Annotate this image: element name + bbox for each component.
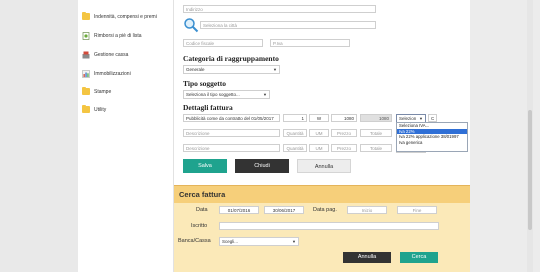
- sidebar-item-indennita[interactable]: Indennità, compensi e premi: [82, 12, 157, 20]
- c-button[interactable]: C: [428, 114, 437, 122]
- document-money-icon: [82, 32, 90, 40]
- sidebar-item-stampe[interactable]: Stampe: [82, 87, 112, 95]
- tipo-soggetto-value: Seleziona il tipo soggetto...: [186, 92, 240, 97]
- data-from-input[interactable]: 01/07/2016: [219, 206, 259, 214]
- um-input[interactable]: W: [309, 114, 329, 122]
- dettagli-fattura-heading: Dettagli fattura: [183, 103, 233, 112]
- banca-cassa-label: Banca/Cassa: [178, 238, 211, 244]
- iva-dropdown-list: Seleziona IVA... Iva 22% Iva 22% applica…: [396, 122, 468, 152]
- sidebar-item-label: Gestione cassa: [94, 51, 129, 58]
- scrollbar-thumb[interactable]: [528, 110, 532, 230]
- chevron-down-icon: ▼: [292, 239, 296, 244]
- sidebar-item-utility[interactable]: Utility: [82, 105, 107, 113]
- chiudi-button[interactable]: Chiudi: [235, 159, 289, 173]
- chart-icon: [82, 70, 90, 78]
- um-input[interactable]: UM: [309, 129, 329, 137]
- data-to-input[interactable]: 30/06/2017: [264, 206, 304, 214]
- prezzo-input[interactable]: Prezzo: [331, 129, 357, 137]
- sidebar-item-gestione-cassa[interactable]: Gestione cassa: [82, 51, 129, 59]
- prezzo-input[interactable]: Prezzo: [331, 144, 357, 152]
- city-input[interactable]: Seleziona la città: [200, 21, 376, 29]
- iva-option[interactable]: Iva generica: [397, 140, 467, 146]
- fine-input[interactable]: Fine: [397, 206, 437, 214]
- categoria-heading: Categoria di raggruppamento: [183, 54, 279, 63]
- tipo-soggetto-heading: Tipo soggetto: [183, 79, 226, 88]
- tipo-soggetto-select[interactable]: Seleziona il tipo soggetto... ▼: [183, 90, 270, 99]
- quantita-input[interactable]: Quantità: [283, 129, 307, 137]
- quantita-input[interactable]: 1: [283, 114, 307, 122]
- iscritto-input[interactable]: [219, 222, 439, 230]
- cerca-annulla-button[interactable]: Annulla: [343, 252, 391, 263]
- cerca-button[interactable]: Cerca: [400, 252, 438, 263]
- sidebar-item-rimborsi[interactable]: Rimborsi a piè di lista: [82, 32, 142, 40]
- folder-icon: [82, 87, 90, 95]
- cerca-fattura-title: Cerca fattura: [179, 190, 226, 199]
- prezzo-input[interactable]: 1080: [331, 114, 357, 122]
- totale-field: 1080: [360, 114, 392, 122]
- categoria-select[interactable]: Generale ▼: [183, 65, 280, 74]
- folder-icon: [82, 12, 90, 20]
- piva-input[interactable]: P.Iva: [270, 39, 350, 47]
- inizio-input[interactable]: Inizio: [347, 206, 387, 214]
- sidebar: … Indennità, compensi e premi Rimborsi a…: [78, 0, 174, 272]
- totale-field: Totale: [360, 129, 392, 137]
- salva-button[interactable]: Salva: [183, 159, 227, 173]
- banca-cassa-value: Scegli...: [222, 239, 239, 244]
- iva-value: Selezion: [399, 116, 417, 121]
- descrizione-input[interactable]: Pubblicità come da contratto del 01/05/2…: [183, 114, 280, 122]
- codice-fiscale-input[interactable]: Codice fiscale: [183, 39, 263, 47]
- sidebar-item-label: Indennità, compensi e premi: [94, 13, 157, 20]
- chevron-down-icon: ▼: [273, 67, 277, 72]
- totale-field: Totale: [360, 144, 392, 152]
- search-city-icon[interactable]: [183, 17, 199, 33]
- descrizione-input[interactable]: Descrizione: [183, 144, 280, 152]
- data-pag-label: Data pag.: [313, 207, 337, 213]
- indirizzo-input[interactable]: Indirizzo: [183, 5, 376, 13]
- banca-cassa-select[interactable]: Scegli... ▼: [219, 237, 299, 246]
- sidebar-item-label: Rimborsi a piè di lista: [94, 32, 142, 39]
- categoria-value: Generale: [186, 67, 205, 72]
- sidebar-item-label: Utility: [94, 106, 107, 113]
- left-gutter: [0, 0, 78, 272]
- sidebar-item-label: Immobilizzazioni: [94, 70, 131, 77]
- um-input[interactable]: UM: [309, 144, 329, 152]
- quantita-input[interactable]: Quantità: [283, 144, 307, 152]
- iva-option[interactable]: Iva 22% applicazione 38/01997: [397, 134, 467, 140]
- folder-icon: [82, 105, 90, 113]
- cash-register-icon: [82, 51, 90, 59]
- annulla-button[interactable]: Annulla: [297, 159, 351, 173]
- descrizione-input[interactable]: Descrizione: [183, 129, 280, 137]
- sidebar-item-label: Stampe: [94, 88, 112, 95]
- sidebar-cutoff-item: …: [96, 0, 136, 1]
- sidebar-item-immobilizzazioni[interactable]: Immobilizzazioni: [82, 70, 131, 78]
- iscritto-label: Iscritto: [191, 223, 208, 229]
- data-label: Data: [196, 207, 208, 213]
- chevron-down-icon: ▼: [263, 92, 267, 97]
